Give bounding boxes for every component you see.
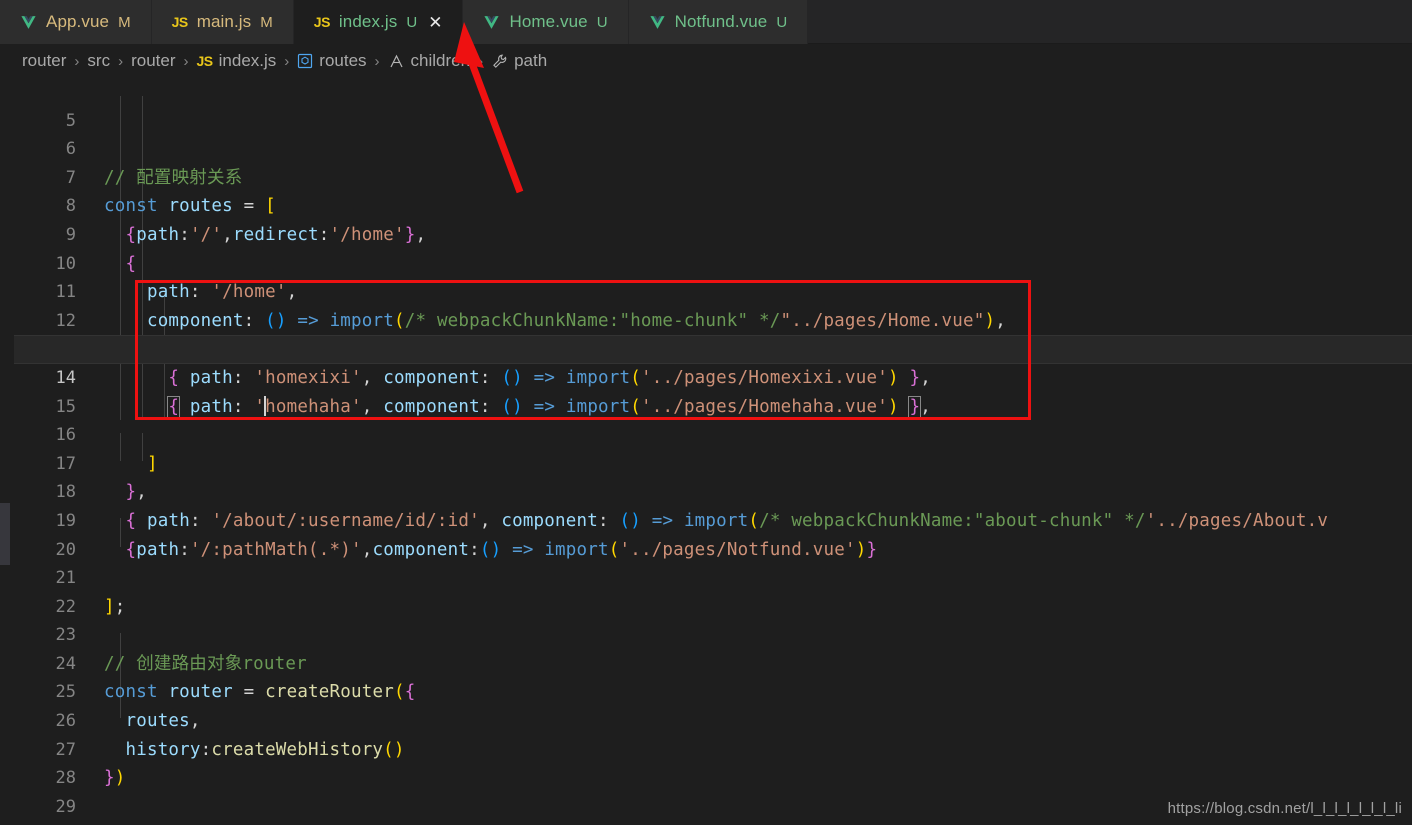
vue-icon [20,14,37,31]
tab-main-js[interactable]: JS main.js M [151,0,294,44]
code-line[interactable]: 20 [14,507,1412,560]
wrench-icon [491,53,508,70]
code-line[interactable]: 17 }, [14,421,1412,503]
tab-status-badge: U [406,13,418,31]
code-line[interactable]: 27 }) [14,707,1412,789]
code-line[interactable]: 25 routes, [14,650,1412,731]
breadcrumb-item-children[interactable]: children [388,51,471,71]
tab-status-badge: U [596,13,608,31]
breadcrumb-item-index-js[interactable]: JS index.js [197,51,277,71]
breadcrumb: router › src › router › JS index.js › ro… [0,44,1412,78]
code-line[interactable]: 21 ]; [14,536,1412,617]
breadcrumb-separator: › [74,52,80,70]
editor-left-decoration [0,78,14,825]
code-line[interactable]: 29 export default router [14,764,1412,817]
breadcrumb-label: router [22,51,67,70]
property-icon [388,53,405,70]
tab-label: Notfund.vue [674,12,768,31]
breadcrumb-label: router [131,51,176,70]
code-line[interactable]: 9 { [14,192,1412,274]
code-line[interactable]: 5 [14,78,1412,131]
breadcrumb-label: index.js [218,51,277,70]
tab-dirty-badge: M [260,13,273,31]
breadcrumb-item-router[interactable]: router [22,51,66,71]
breadcrumb-separator: › [478,52,484,70]
code-line[interactable]: 8 {path:'/',redirect:'/home'}, [14,164,1412,245]
tab-status-badge: U [776,13,788,31]
breadcrumb-label: children [410,51,471,70]
breadcrumb-label: routes [319,51,367,70]
tab-app-vue[interactable]: App.vue M [0,0,152,44]
tab-label: Home.vue [509,12,588,31]
variable-icon [297,53,313,69]
watermark: https://blog.csdn.net/l_l_l_l_l_l_l_li [1167,800,1402,817]
vue-icon [483,14,500,31]
code-line[interactable]: 10 path: '/home', [14,221,1412,303]
code-line[interactable]: 13 { path: 'homexixi', component: () => … [14,307,1412,388]
code-lines[interactable]: 5 6 // 配置映射关系 7 const routes = [ 8 {path… [14,78,1412,825]
breadcrumb-separator: › [284,52,290,70]
breadcrumb-label: src [87,51,111,70]
breadcrumb-separator: › [374,52,380,70]
tab-notfund-vue[interactable]: Notfund.vue U [628,0,809,44]
breadcrumb-item-routes[interactable]: routes [297,51,367,71]
code-line[interactable]: 28 [14,736,1412,788]
js-icon: JS [313,14,331,30]
code-line[interactable]: 6 // 配置映射关系 [14,107,1412,188]
line-number: 29 [55,796,76,817]
close-icon[interactable]: ✕ [428,14,442,31]
code-line[interactable]: 19 {path:'/:pathMath(.*)',component:() =… [14,478,1412,560]
vue-icon [649,14,666,31]
code-line[interactable]: 24 const router = createRouter({ [14,621,1412,703]
line-content: export default router [104,821,1412,825]
code-line[interactable]: 7 const routes = [ [14,135,1412,217]
breadcrumb-separator: › [183,52,189,70]
tab-label: App.vue [46,12,110,31]
tab-index-js[interactable]: JS index.js U ✕ [293,0,464,44]
vscode-window: App.vue M JS main.js M JS index.js U ✕ H… [0,0,1412,825]
editor-tab-bar: App.vue M JS main.js M JS index.js U ✕ H… [0,0,1412,44]
code-line[interactable]: 12 children: [ [14,278,1412,360]
code-line[interactable]: 16 ] [14,393,1412,474]
tab-dirty-badge: M [118,13,131,31]
breadcrumb-item-router-folder[interactable]: router [131,51,175,71]
code-editor[interactable]: 5 6 // 配置映射关系 7 const routes = [ 8 {path… [0,78,1412,825]
breadcrumb-separator: › [118,52,124,70]
breadcrumb-item-path[interactable]: path [491,51,547,71]
code-line[interactable]: 18 { path: '/about/:username/id/:id', co… [14,450,1412,531]
breadcrumb-label: path [514,51,548,70]
tab-home-vue[interactable]: Home.vue U [463,0,629,44]
tab-label: main.js [196,12,252,31]
code-line[interactable]: 23 // 创建路由对象router [14,593,1412,674]
code-line[interactable]: 26 history:createWebHistory() [14,678,1412,760]
editor-scroll-decoration[interactable] [0,503,10,565]
code-line[interactable]: 22 [14,564,1412,617]
code-line[interactable]: 11 component: () => import(/* webpackChu… [14,250,1412,331]
js-icon: JS [196,53,214,69]
breadcrumb-item-src[interactable]: src [87,51,110,71]
js-icon: JS [171,14,189,30]
code-line[interactable]: 15 [14,364,1412,417]
tab-label: index.js [338,12,398,31]
code-line-active[interactable]: 14 { path: 'homehaha', component: () => … [14,335,1412,418]
